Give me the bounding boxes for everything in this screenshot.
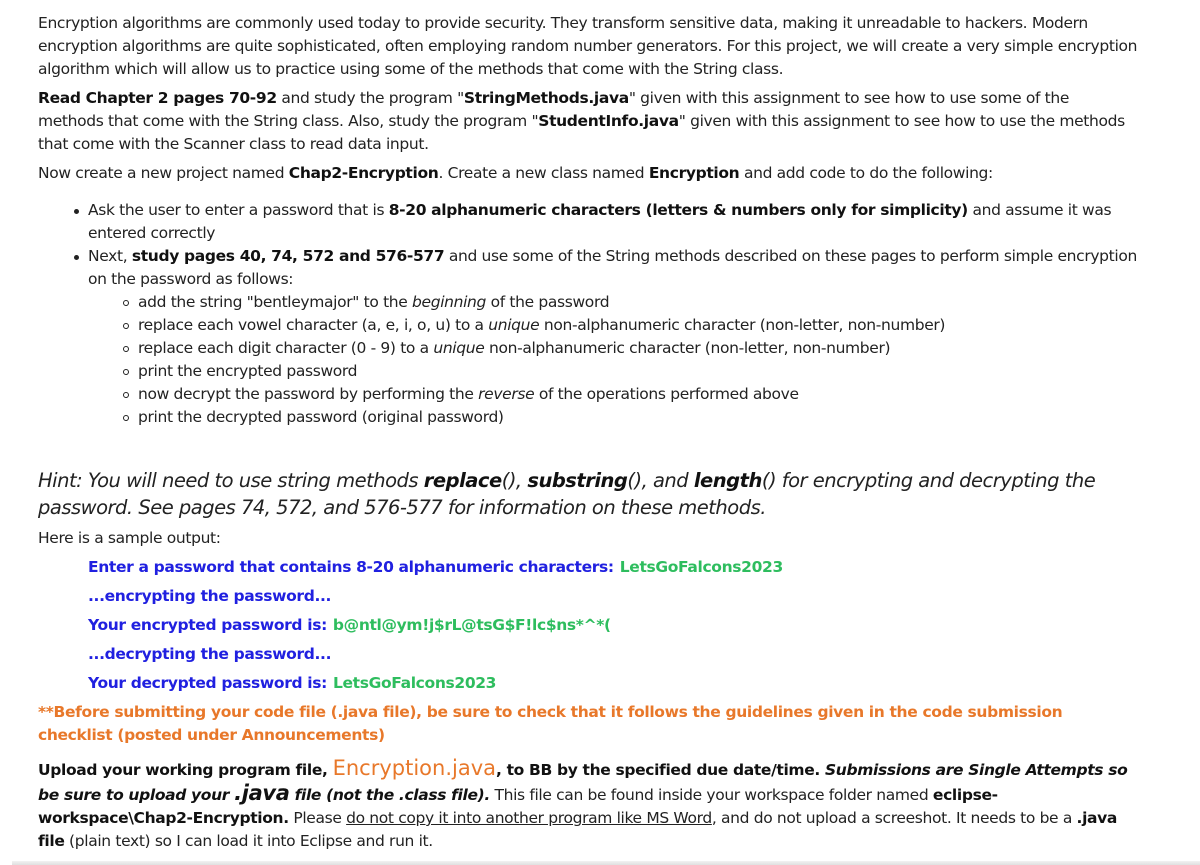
status-label: ...encrypting the password...	[88, 587, 332, 605]
text: . Create a new class named	[438, 164, 649, 182]
text: , to BB by the specified due date/time.	[496, 761, 825, 779]
sample-line: ...decrypting the password...	[88, 643, 1138, 666]
sample-line: Enter a password that contains 8-20 alph…	[88, 556, 1138, 579]
text: of the operations performed above	[534, 385, 799, 403]
input-value: LetsGoFalcons2023	[619, 558, 783, 576]
text: print the encrypted password	[138, 362, 358, 380]
underlined-warning: do not copy it into another program like…	[346, 809, 712, 827]
sample-line: Your decrypted password is: LetsGoFalcons…	[88, 672, 1138, 695]
text: print the decrypted password (original p…	[138, 408, 504, 426]
text: (), and	[627, 469, 694, 492]
emphasis: 8-20 alphanumeric characters (letters & …	[388, 201, 968, 219]
method-length: length	[693, 469, 762, 492]
emphasis: study pages 40, 74, 572 and 576-577	[131, 247, 445, 265]
reading-assignment: Read Chapter 2 pages 70-92	[38, 89, 277, 107]
steps-list: Ask the user to enter a password that is…	[38, 199, 1138, 429]
list-item: add the string "bentleymajor" to the beg…	[123, 291, 1138, 314]
emphasis: unique	[433, 339, 485, 357]
list-item: replace each digit character (0 - 9) to …	[123, 337, 1138, 360]
sample-line: ...encrypting the password...	[88, 585, 1138, 608]
list-item: Next, study pages 40, 74, 572 and 576-57…	[74, 245, 1138, 429]
method-replace: replace	[423, 469, 502, 492]
bottom-shadow-divider	[12, 861, 1200, 865]
status-label: ...decrypting the password...	[88, 645, 332, 663]
sample-line: Your encrypted password is: b@ntl@ym!j$rL…	[88, 614, 1138, 637]
text: (plain text) so I can load it into Eclip…	[64, 832, 433, 850]
project-name: Chap2-Encryption	[288, 164, 439, 182]
encrypted-value: b@ntl@ym!j$rL@tsG$F!lc$ns*^*(	[332, 616, 611, 634]
text: This file can be found inside your works…	[489, 786, 933, 804]
method-substring: substring	[527, 469, 628, 492]
text: , and do not upload a screeshot. It need…	[711, 809, 1077, 827]
sample-output-heading: Here is a sample output:	[38, 529, 221, 547]
list-item: print the encrypted password	[123, 360, 1138, 383]
text: add the string "bentleymajor" to the	[138, 293, 413, 311]
text: non-alphanumeric character (non-letter, …	[539, 316, 946, 334]
text: and add code to do the following:	[739, 164, 993, 182]
prompt-label: Enter a password that contains 8-20 alph…	[88, 558, 614, 576]
text: now decrypt the password by performing t…	[138, 385, 479, 403]
list-item: now decrypt the password by performing t…	[123, 383, 1138, 406]
emphasis: file (not the .class file).	[289, 786, 491, 804]
encryption-steps-list: add the string "bentleymajor" to the beg…	[88, 291, 1138, 429]
text: Next,	[88, 247, 132, 265]
class-name: Encryption	[648, 164, 740, 182]
text: Hint: You will need to use string method…	[38, 469, 424, 492]
text: Ask the user to enter a password that is	[88, 201, 389, 219]
file-stringmethods: StringMethods.java	[463, 89, 629, 107]
project-paragraph: Now create a new project named Chap2-Enc…	[38, 162, 1138, 185]
list-item: print the decrypted password (original p…	[123, 406, 1138, 429]
output-label: Your encrypted password is:	[88, 616, 327, 634]
assignment-document: Encryption algorithms are commonly used …	[38, 12, 1138, 859]
reading-paragraph: Read Chapter 2 pages 70-92 and study the…	[38, 87, 1138, 156]
emphasis: reverse	[478, 385, 535, 403]
text: Please	[288, 809, 347, 827]
text: replace each vowel character (a, e, i, o…	[138, 316, 489, 334]
text: non-alphanumeric character (non-letter, …	[484, 339, 891, 357]
file-name: Encryption.java	[332, 756, 497, 780]
submission-checklist-note: **Before submitting your code file (.jav…	[38, 703, 1063, 744]
file-studentinfo: StudentInfo.java	[538, 112, 679, 130]
sample-output: Enter a password that contains 8-20 alph…	[38, 556, 1138, 695]
emphasis: unique	[488, 316, 540, 334]
output-label: Your decrypted password is:	[88, 674, 327, 692]
text: Now create a new project named	[38, 164, 289, 182]
text: Upload your working program file,	[38, 761, 333, 779]
text: of the password	[486, 293, 610, 311]
decrypted-value: LetsGoFalcons2023	[332, 674, 497, 692]
upload-instructions: Upload your working program file, Encryp…	[38, 757, 1138, 853]
text: (),	[501, 469, 528, 492]
intro-paragraph: Encryption algorithms are commonly used …	[38, 14, 1138, 78]
text: and study the program "	[276, 89, 464, 107]
emphasis: .java	[234, 781, 290, 805]
emphasis: beginning	[412, 293, 487, 311]
list-item: replace each vowel character (a, e, i, o…	[123, 314, 1138, 337]
hint-paragraph: Hint: You will need to use string method…	[38, 467, 1138, 521]
text: replace each digit character (0 - 9) to …	[138, 339, 434, 357]
list-item: Ask the user to enter a password that is…	[74, 199, 1138, 245]
